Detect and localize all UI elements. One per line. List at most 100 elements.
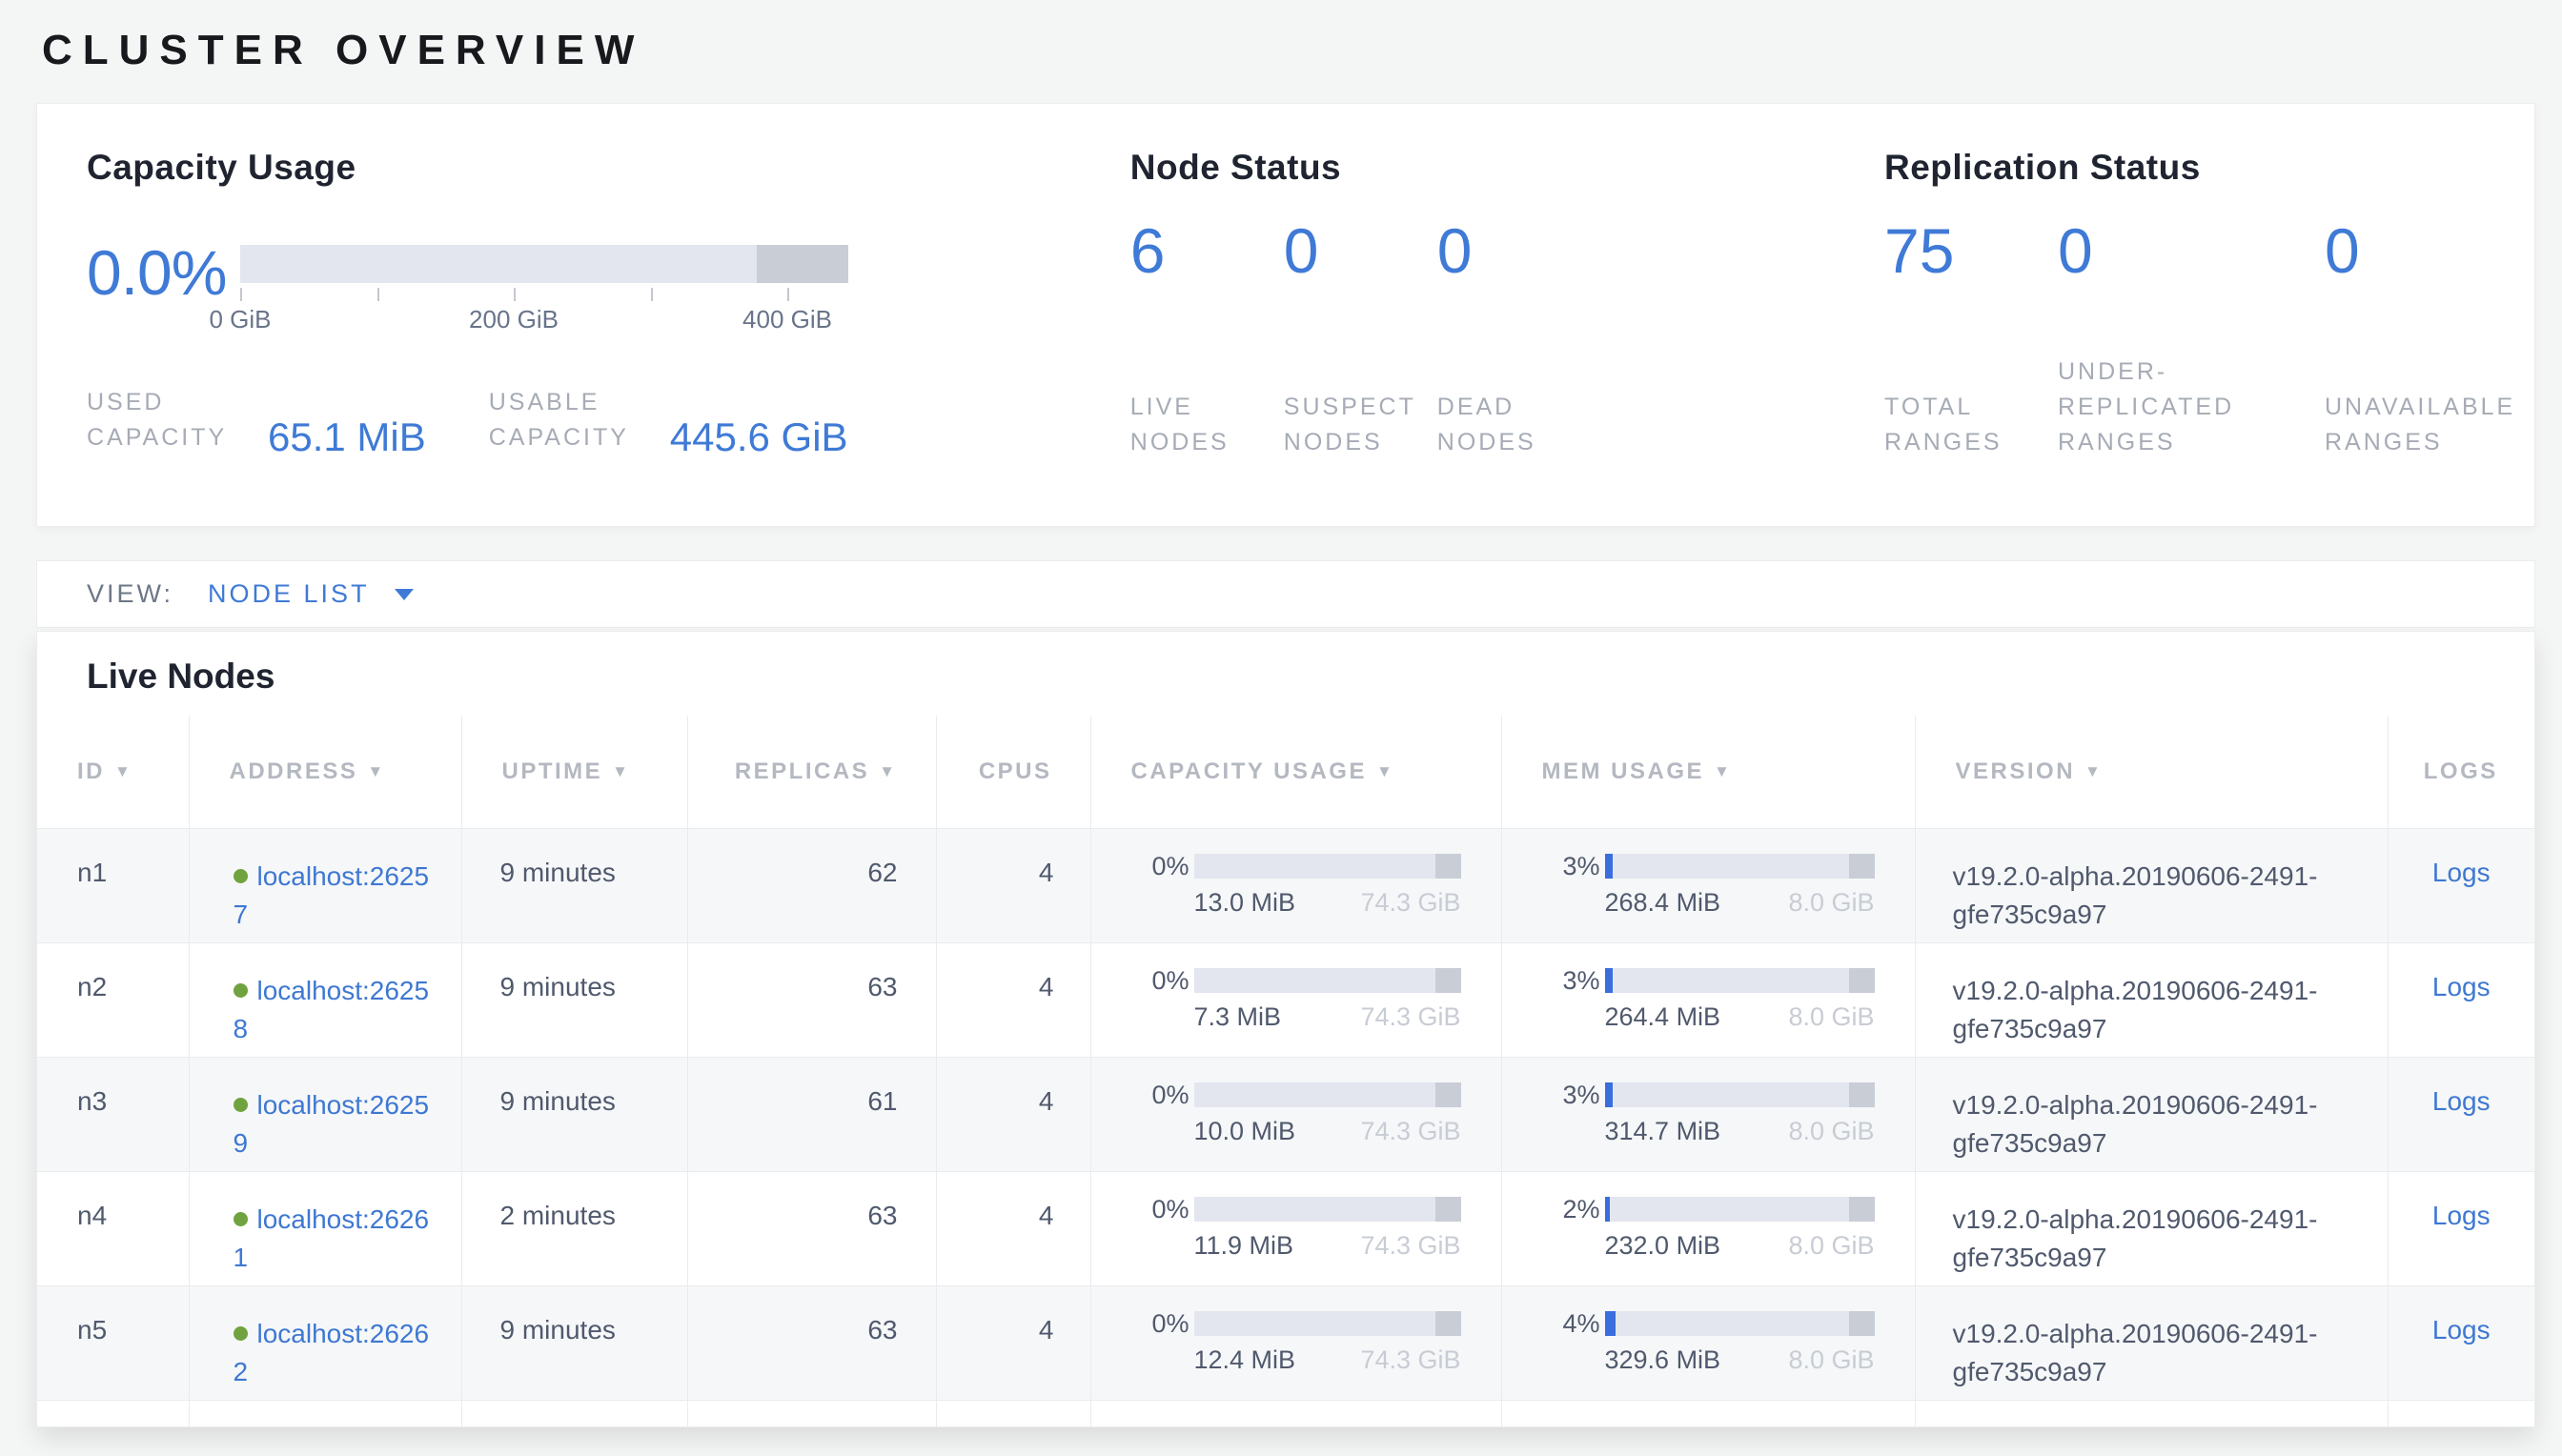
logs-link[interactable]: Logs — [2432, 858, 2491, 887]
node-replicas: 63 — [687, 1285, 936, 1400]
node-replicas: 63 — [687, 942, 936, 1057]
sort-arrow-icon: ▼ — [2084, 762, 2103, 780]
capacity-mini-bar — [1194, 1197, 1461, 1222]
view-label: VIEW: — [87, 579, 173, 609]
sort-arrow-icon: ▼ — [114, 762, 132, 780]
capacity-axis-labels: 0 GiB 200 GiB 400 GiB — [240, 305, 787, 335]
live-nodes-title: Live Nodes — [37, 632, 2534, 716]
node-version: v19.2.0-alpha.20190606-2491-gfe735c9a97 — [1915, 1057, 2388, 1171]
node-address-link[interactable]: localhost:26259 — [234, 1090, 430, 1158]
sort-arrow-icon: ▼ — [879, 762, 897, 780]
node-version: v19.2.0-alpha.20190606-2491-gfe735c9a97 — [1915, 1171, 2388, 1285]
column-header-address[interactable]: ADDRESS▼ — [189, 716, 461, 828]
usable-capacity-stat: USABLE CAPACITY 445.6 GiB — [489, 385, 848, 455]
logs-link[interactable]: Logs — [2432, 1315, 2491, 1345]
node-logs-cell: Logs — [2388, 1171, 2534, 1285]
chevron-down-icon[interactable] — [395, 589, 414, 600]
node-address-cell: localhost:26261 — [189, 1171, 461, 1285]
unavailable-label: UNAVAILABLE RANGES — [2325, 390, 2534, 460]
column-header-mem-usage[interactable]: MEM USAGE▼ — [1501, 716, 1915, 828]
node-address-link[interactable]: localhost:26262 — [234, 1319, 430, 1386]
mem-bar-reserved-segment — [1849, 1311, 1874, 1336]
logs-link[interactable]: Logs — [2432, 1201, 2491, 1230]
mem-percent: 3% — [1503, 966, 1600, 996]
node-mem-usage-cell: 2% 232.0 MiB 8.0 GiB — [1501, 1171, 1915, 1285]
mem-percent: 2% — [1503, 1195, 1600, 1224]
node-cpus: 4 — [936, 1285, 1090, 1400]
used-capacity-label: USED CAPACITY — [87, 385, 254, 455]
node-address-cell: localhost:26257 — [189, 828, 461, 942]
column-header-version[interactable]: VERSION▼ — [1915, 716, 2388, 828]
column-header-capacity-usage[interactable]: CAPACITY USAGE▼ — [1090, 716, 1501, 828]
mem-mini-bar — [1605, 968, 1875, 993]
capacity-bar-reserved-segment — [1435, 854, 1460, 879]
total-ranges-count: 75 — [1884, 222, 2058, 279]
node-id: n1 — [37, 828, 189, 942]
live-nodes-label: LIVE NODES — [1130, 390, 1245, 460]
used-capacity-stat: USED CAPACITY 65.1 MiB — [87, 385, 426, 455]
node-live-status-icon — [234, 983, 248, 998]
table-row: n5 localhost:26262 9 minutes 63 4 0% 12.… — [37, 1285, 2534, 1400]
table-row: n3 localhost:26259 9 minutes 61 4 0% 10.… — [37, 1057, 2534, 1171]
table-row: n2 localhost:26258 9 minutes 63 4 0% 7.3… — [37, 942, 2534, 1057]
capacity-bar-reserved-segment — [757, 245, 848, 283]
capacity-used-value: 12.4 MiB — [1194, 1345, 1296, 1375]
view-dropdown[interactable]: NODE LIST — [208, 579, 370, 609]
node-status-section: Node Status 6 LIVE NODES 0 SUSPECT NODES… — [1130, 148, 1884, 488]
node-live-status-icon — [234, 1326, 248, 1341]
node-logs-cell: Logs — [2388, 942, 2534, 1057]
logs-link[interactable]: Logs — [2432, 972, 2491, 1001]
total-ranges-label: TOTAL RANGES — [1884, 390, 2008, 460]
node-status-title: Node Status — [1130, 148, 1884, 188]
capacity-mini-bar — [1194, 968, 1461, 993]
live-nodes-count: 6 — [1130, 222, 1284, 279]
mem-used-value: 232.0 MiB — [1605, 1231, 1721, 1261]
capacity-percent: 0% — [1092, 852, 1190, 881]
sort-arrow-icon: ▼ — [1714, 762, 1732, 780]
node-live-status-icon — [234, 869, 248, 883]
node-uptime: 9 minutes — [461, 1285, 687, 1400]
mem-max-value: 8.0 GiB — [1788, 1117, 1874, 1146]
mem-max-value: 8.0 GiB — [1788, 888, 1874, 918]
table-row: n4 localhost:26261 2 minutes 63 4 0% 11.… — [37, 1171, 2534, 1285]
axis-tick-label: 0 GiB — [209, 305, 271, 334]
capacity-used-value: 7.3 MiB — [1194, 1002, 1282, 1032]
node-id: n3 — [37, 1057, 189, 1171]
under-replicated-label: UNDER-REPLICATED RANGES — [2058, 354, 2277, 460]
mem-bar-reserved-segment — [1849, 854, 1874, 879]
node-address-link[interactable]: localhost:26261 — [234, 1204, 430, 1272]
column-header-replicas[interactable]: REPLICAS▼ — [687, 716, 936, 828]
unavailable-ranges-stat: 0 UNAVAILABLE RANGES — [2325, 222, 2534, 460]
node-replicas: 63 — [687, 1171, 936, 1285]
node-mem-usage-cell: 4% 329.6 MiB 8.0 GiB — [1501, 1285, 1915, 1400]
node-version: v19.2.0-alpha.20190606-2491-gfe735c9a97 — [1915, 828, 2388, 942]
capacity-usage-title: Capacity Usage — [87, 148, 1130, 188]
column-header-cpus: CPUS — [936, 716, 1090, 828]
usable-capacity-label: USABLE CAPACITY — [489, 385, 657, 455]
live-nodes-card: Live Nodes ID▼ ADDRESS▼ UPTIME▼ REPLICAS… — [36, 631, 2535, 1427]
node-live-status-icon — [234, 1098, 248, 1112]
node-capacity-usage-cell: 0% 13.0 MiB 74.3 GiB — [1090, 828, 1501, 942]
capacity-used-value: 13.0 MiB — [1194, 888, 1296, 918]
column-header-id[interactable]: ID▼ — [37, 716, 189, 828]
capacity-max-value: 74.3 GiB — [1360, 1345, 1460, 1375]
capacity-usage-section: Capacity Usage 0.0% 0 GiB 200 GiB 400 Gi… — [87, 148, 1130, 488]
sort-arrow-icon: ▼ — [367, 762, 385, 780]
node-version: v19.2.0-alpha.20190606-2491-gfe735c9a97 — [1915, 942, 2388, 1057]
mem-percent: 3% — [1503, 852, 1600, 881]
node-address-link[interactable]: localhost:26257 — [234, 861, 430, 929]
node-mem-usage-cell: 3% 314.7 MiB 8.0 GiB — [1501, 1057, 1915, 1171]
capacity-percent-value: 0.0% — [87, 245, 240, 300]
total-ranges-stat: 75 TOTAL RANGES — [1884, 222, 2058, 460]
replication-status-section: Replication Status 75 TOTAL RANGES 0 UND… — [1884, 148, 2534, 488]
node-cpus: 4 — [936, 1057, 1090, 1171]
logs-link[interactable]: Logs — [2432, 1086, 2491, 1116]
column-header-uptime[interactable]: UPTIME▼ — [461, 716, 687, 828]
node-logs-cell: Logs — [2388, 828, 2534, 942]
node-mem-usage-cell: 3% 268.4 MiB 8.0 GiB — [1501, 828, 1915, 942]
capacity-percent: 0% — [1092, 1309, 1190, 1339]
dead-nodes-label: DEAD NODES — [1437, 390, 1552, 460]
sort-arrow-icon: ▼ — [1376, 762, 1394, 780]
node-address-link[interactable]: localhost:26258 — [234, 976, 430, 1043]
mem-bar-reserved-segment — [1849, 968, 1874, 993]
